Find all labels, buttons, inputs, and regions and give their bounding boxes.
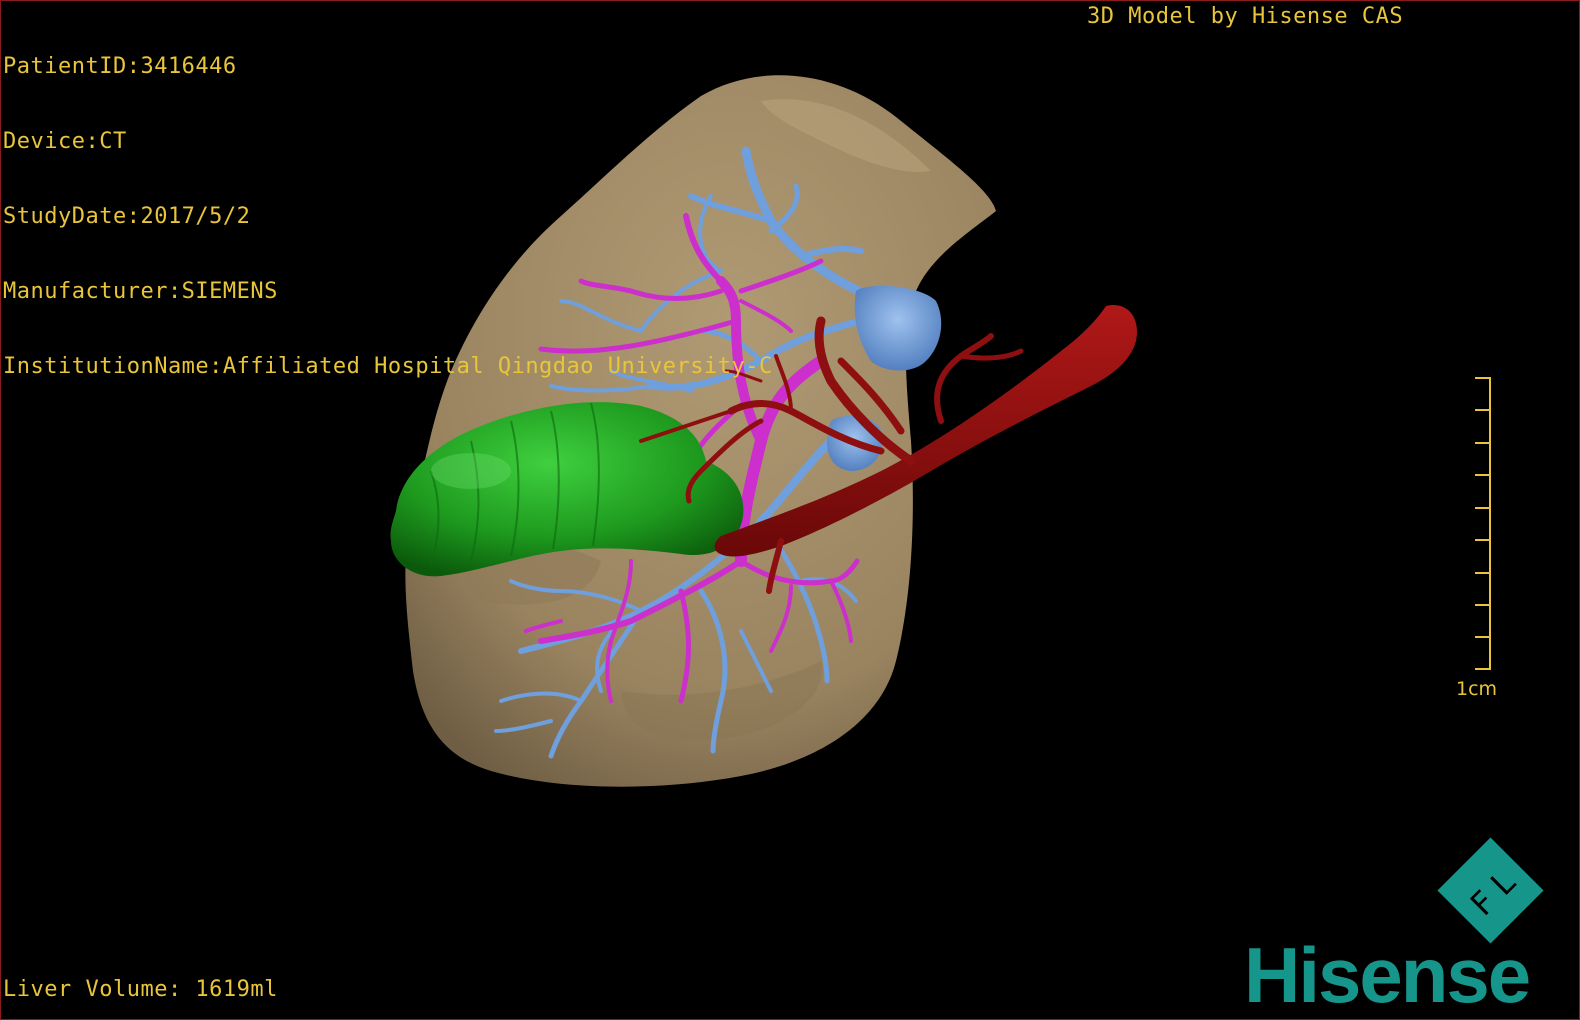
hisense-brand: Hisense <box>1244 931 1531 1019</box>
patient-id: PatientID:3416446 <box>3 54 237 79</box>
institution-name: InstitutionName:Affiliated Hospital Qing… <box>3 354 773 379</box>
liver-volume: Liver Volume: 1619ml <box>3 977 278 1002</box>
device: Device:CT <box>3 129 127 154</box>
scale-label: 1cm <box>1456 678 1498 700</box>
model-credit: 3D Model by Hisense CAS <box>1087 4 1404 29</box>
study-info-panel: PatientID:3416446 Device:CT StudyDate:20… <box>3 4 773 429</box>
scale-bar <box>1475 377 1491 670</box>
manufacturer: Manufacturer:SIEMENS <box>3 279 278 304</box>
study-date: StudyDate:2017/5/2 <box>3 204 251 229</box>
3d-viewport[interactable]: PatientID:3416446 Device:CT StudyDate:20… <box>0 0 1580 1020</box>
